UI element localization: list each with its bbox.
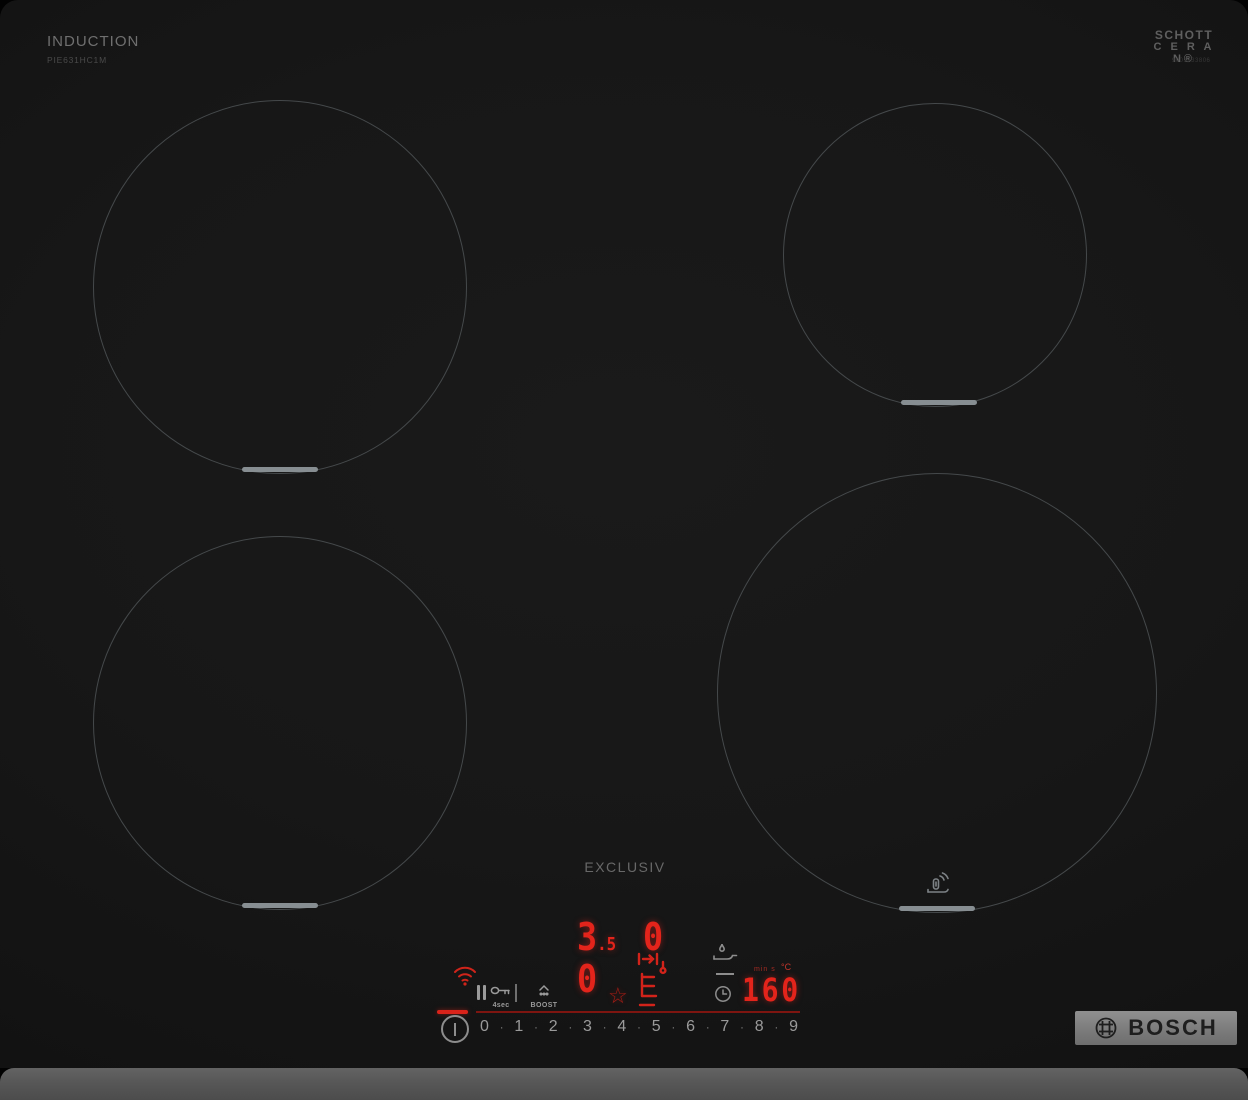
- power-level-3[interactable]: 3: [583, 1018, 592, 1036]
- cooking-zone-rear-left: [93, 100, 467, 474]
- zone-front-marker-front-left: [242, 903, 318, 908]
- lock-hold-label: 4sec: [492, 1002, 510, 1009]
- glass-code-label: 9001733806: [1172, 58, 1211, 64]
- active-slider-segment[interactable]: [437, 1010, 468, 1014]
- panel-divider: [515, 984, 517, 1002]
- power-level-6[interactable]: 6: [686, 1018, 695, 1036]
- power-level-1[interactable]: 1: [514, 1018, 523, 1036]
- power-level-4[interactable]: 4: [617, 1018, 626, 1036]
- child-lock-key[interactable]: 4sec: [489, 983, 513, 1009]
- power-button[interactable]: [441, 1015, 469, 1043]
- bosch-wordmark: BOSCH: [1128, 1015, 1218, 1040]
- fry-indicator-line: [716, 973, 734, 975]
- bosch-armature-icon: [1095, 1017, 1117, 1039]
- power-level-7[interactable]: 7: [720, 1018, 729, 1036]
- zone-front-marker-front-right: [899, 906, 975, 911]
- boost-icon: [539, 984, 549, 996]
- cooktop-surface: INDUCTION PIE631HC1M SCHOTT C E R A N® 9…: [0, 0, 1248, 1100]
- power-level-separator: ·: [740, 1020, 745, 1034]
- power-level-separator: ·: [637, 1020, 641, 1034]
- power-level-5[interactable]: 5: [652, 1018, 661, 1036]
- boost-label: BOOST: [530, 1002, 558, 1009]
- power-level-row: 0 · 1 · 2 · 3 · 4 · 5 · 6 · 7 · 8 · 9: [480, 1018, 798, 1036]
- favorite-star-icon[interactable]: ☆: [608, 983, 628, 1009]
- zone-front-marker-rear-left: [242, 467, 318, 472]
- power-level-2[interactable]: 2: [549, 1018, 558, 1036]
- boost-key[interactable]: BOOST: [523, 983, 565, 1009]
- cooking-zone-rear-right: [783, 103, 1087, 407]
- power-level-separator: ·: [705, 1020, 710, 1034]
- slider-track-line[interactable]: [476, 1011, 800, 1013]
- schott-line1: SCHOTT: [1154, 28, 1214, 42]
- bosch-badge: BOSCH: [1075, 1011, 1237, 1045]
- power-level-separator: ·: [671, 1020, 676, 1034]
- induction-type-label: INDUCTION: [47, 33, 140, 50]
- wifi-home-connect-icon[interactable]: [451, 963, 479, 987]
- pause-icon[interactable]: [477, 985, 487, 1000]
- zone-front-marker-rear-right: [901, 400, 977, 405]
- front-metal-trim: [0, 1068, 1248, 1100]
- power-level-separator: ·: [499, 1020, 504, 1034]
- model-number-label: PIE631HC1M: [47, 55, 107, 65]
- key-lock-icon: [490, 986, 510, 995]
- power-level-separator: ·: [568, 1020, 573, 1034]
- display-timer-temp: 160: [742, 971, 801, 1009]
- power-level-0[interactable]: 0: [480, 1018, 489, 1036]
- power-level-9[interactable]: 9: [789, 1018, 798, 1036]
- power-level-separator: ·: [533, 1020, 538, 1034]
- transfer-temp-indicator-icon: [637, 952, 667, 1007]
- power-level-8[interactable]: 8: [755, 1018, 764, 1036]
- display-level-front-left: 0: [577, 957, 598, 1001]
- cooking-zone-front-right: [717, 473, 1157, 913]
- power-level-separator: ·: [774, 1020, 779, 1034]
- clock-icon[interactable]: [714, 985, 732, 1003]
- power-level-separator: ·: [602, 1020, 607, 1034]
- cooking-zone-front-left: [93, 536, 467, 910]
- frying-sensor-key-icon[interactable]: [710, 940, 740, 968]
- frying-sensor-zone-icon: [927, 872, 949, 893]
- series-exclusiv-label: EXCLUSIV: [584, 859, 666, 875]
